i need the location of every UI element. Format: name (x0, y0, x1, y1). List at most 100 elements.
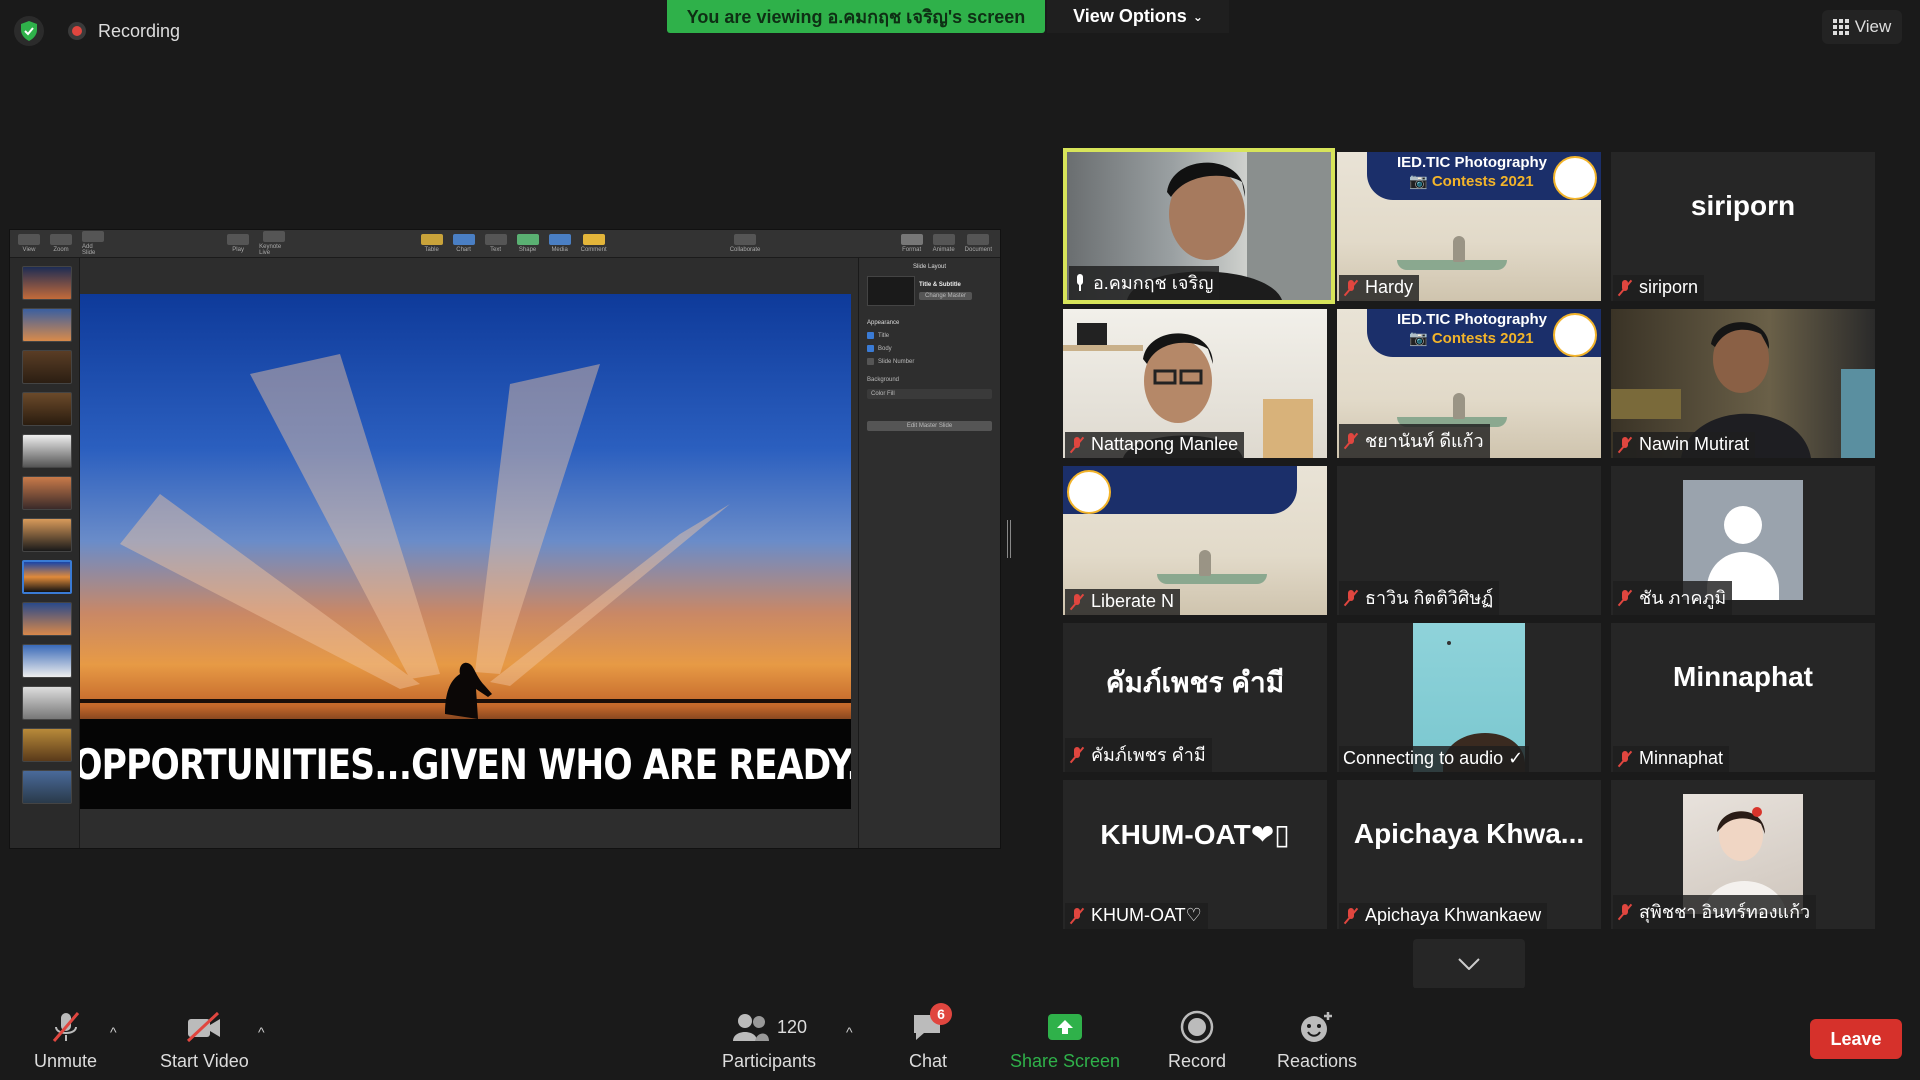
slide-thumbnail[interactable] (22, 518, 72, 552)
recording-indicator[interactable]: Recording (68, 21, 180, 42)
record-icon (1177, 1009, 1217, 1045)
slide-thumbnail[interactable] (22, 266, 72, 300)
kn-keynote-live-button[interactable]: Keynote Live (259, 231, 289, 256)
mic-muted-icon (1069, 436, 1085, 454)
kn-document-button[interactable]: Document (965, 234, 992, 253)
slide-thumbnail[interactable] (22, 686, 72, 720)
slide-caption: OPPORTUNITIES...GIVEN WHO ARE READY. (80, 739, 851, 789)
slide-caption-bar: OPPORTUNITIES...GIVEN WHO ARE READY. (80, 719, 851, 809)
kn-add-slide-button[interactable]: Add Slide (82, 231, 105, 256)
view-options-button[interactable]: View Options ⌄ (1047, 0, 1229, 33)
inspector-background: Background (867, 377, 900, 383)
participant-display-name: Apichaya Khwa... (1353, 818, 1585, 849)
slide-thumbnail-selected[interactable] (22, 560, 72, 594)
shared-screen[interactable]: View Zoom Add Slide Play Keynote Live Ta… (9, 229, 1001, 849)
slide-thumbnail[interactable] (22, 644, 72, 678)
participant-name-label: Apichaya Khwankaew (1339, 903, 1548, 929)
slide-thumbnail[interactable] (22, 476, 72, 510)
start-video-button[interactable]: Start Video (160, 1009, 249, 1072)
participant-display-name: คัมภ์เพชร คำมี (1105, 667, 1285, 698)
chat-button[interactable]: 6 Chat (908, 1003, 952, 1072)
kn-text-button[interactable]: Text (484, 234, 507, 253)
participant-tile[interactable]: Liberate N (1063, 466, 1327, 615)
slide-thumbnail[interactable] (22, 728, 72, 762)
participant-name-label: ธาวิน กิตติวิศิษฏ์ (1339, 581, 1500, 615)
recording-dot-icon (68, 22, 86, 40)
participants-options-caret-icon[interactable]: ^ (846, 1024, 853, 1040)
kn-animate-button[interactable]: Animate (932, 234, 955, 253)
kn-zoom-button[interactable]: Zoom (50, 234, 72, 253)
slide-thumbnail[interactable] (22, 350, 72, 384)
kn-table-button[interactable]: Table (420, 234, 443, 253)
participant-name-label: ชัน ภาคภูมิ (1613, 581, 1733, 615)
next-page-button[interactable] (1413, 939, 1525, 989)
slide-number-checkbox[interactable]: Slide Number (867, 358, 992, 365)
participants-button[interactable]: 120 Participants (722, 1009, 816, 1072)
record-button[interactable]: Record (1168, 1009, 1226, 1072)
participant-gallery: อ.คมกฤช เจริญ IED.TIC Photography 📷 Conte… (1063, 148, 1877, 929)
participants-icon: 120 (729, 1009, 809, 1045)
participant-tile[interactable]: ธาวิน กิตติวิศิษฏ์ (1337, 466, 1601, 615)
slide-canvas[interactable]: OPPORTUNITIES...GIVEN WHO ARE READY. (80, 258, 860, 848)
kn-comment-button[interactable]: Comment (581, 234, 607, 253)
participant-tile[interactable]: Minnaphat Minnaphat (1611, 623, 1875, 772)
format-inspector[interactable]: Slide Layout Title & Subtitle Change Mas… (858, 258, 1000, 848)
unmute-button[interactable]: Unmute (34, 1009, 97, 1072)
participant-name-label: คัมภ์เพชร คำมี (1065, 738, 1212, 772)
security-shield-icon[interactable] (14, 16, 44, 46)
participant-name-label: Nattapong Manlee (1065, 432, 1245, 458)
body-checkbox[interactable]: Body (867, 345, 992, 352)
participant-tile[interactable]: IED.TIC Photography 📷 Contests 2021 ชยานั… (1337, 309, 1601, 458)
mic-muted-icon (1617, 279, 1633, 297)
mic-muted-icon (1343, 589, 1359, 607)
participant-display-name: KHUM-OAT❤▯ (1100, 819, 1290, 850)
participant-tile[interactable]: Apichaya Khwa... Apichaya Khwankaew (1337, 780, 1601, 929)
participant-name-label: Hardy (1339, 275, 1420, 301)
kn-view-button[interactable]: View (18, 234, 40, 253)
participant-tile[interactable]: คัมภ์เพชร คำมี คัมภ์เพชร คำมี (1063, 623, 1327, 772)
slide-thumbnail[interactable] (22, 434, 72, 468)
participant-tile[interactable]: Nattapong Manlee (1063, 309, 1327, 458)
leave-button[interactable]: Leave (1810, 1019, 1902, 1059)
edit-master-slide-button[interactable]: Edit Master Slide (867, 421, 992, 431)
mic-muted-icon (1343, 907, 1359, 925)
participant-tile[interactable]: สุพิชชา อินทร์ทองแก้ว (1611, 780, 1875, 929)
split-view-drag-handle[interactable] (1007, 520, 1011, 558)
participant-tile[interactable]: ชัน ภาคภูมิ (1611, 466, 1875, 615)
slide-thumbnail[interactable] (22, 602, 72, 636)
participant-tile[interactable]: Connecting to audio ✓ (1337, 623, 1601, 772)
share-screen-button[interactable]: Share Screen (1010, 1009, 1120, 1072)
change-master-button[interactable]: Change Master (919, 292, 973, 300)
kn-collaborate-button[interactable]: Collaborate (730, 234, 760, 253)
kn-chart-button[interactable]: Chart (452, 234, 475, 253)
video-off-icon (184, 1009, 224, 1045)
participant-tile[interactable]: siriporn siriporn (1611, 152, 1875, 301)
title-checkbox[interactable]: Title (867, 332, 992, 339)
mic-muted-icon (46, 1009, 86, 1045)
slide-navigator[interactable] (10, 258, 80, 848)
participant-name-label: อ.คมกฤช เจริญ (1069, 266, 1220, 300)
kn-media-button[interactable]: Media (548, 234, 571, 253)
view-layout-button[interactable]: View (1822, 10, 1902, 44)
view-options-label: View Options (1073, 6, 1187, 26)
slide-thumbnail[interactable] (22, 392, 72, 426)
participant-tile[interactable]: อ.คมกฤช เจริญ (1063, 148, 1335, 304)
participant-display-name: siriporn (1690, 190, 1796, 221)
reactions-button[interactable]: Reactions (1277, 1009, 1357, 1072)
participant-name-label: KHUM-OAT♡ (1065, 903, 1208, 929)
recording-label: Recording (98, 20, 181, 41)
color-fill-select[interactable]: Color Fill (867, 389, 992, 399)
participant-tile[interactable]: KHUM-OAT❤▯ KHUM-OAT♡ (1063, 780, 1327, 929)
slide-thumbnail[interactable] (22, 770, 72, 804)
participant-tile[interactable]: Nawin Mutirat (1611, 309, 1875, 458)
participant-tile[interactable]: IED.TIC Photography 📷 Contests 2021 Hardy (1337, 152, 1601, 301)
meeting-status-bar: Recording (14, 16, 180, 46)
participant-name-label: Connecting to audio ✓ (1339, 746, 1530, 772)
video-options-caret-icon[interactable]: ^ (258, 1024, 265, 1040)
audio-options-caret-icon[interactable]: ^ (110, 1024, 117, 1040)
slide-thumbnail[interactable] (22, 308, 72, 342)
unmute-label: Unmute (34, 1051, 98, 1071)
kn-format-button[interactable]: Format (900, 234, 923, 253)
kn-play-button[interactable]: Play (227, 234, 250, 253)
kn-shape-button[interactable]: Shape (516, 234, 539, 253)
